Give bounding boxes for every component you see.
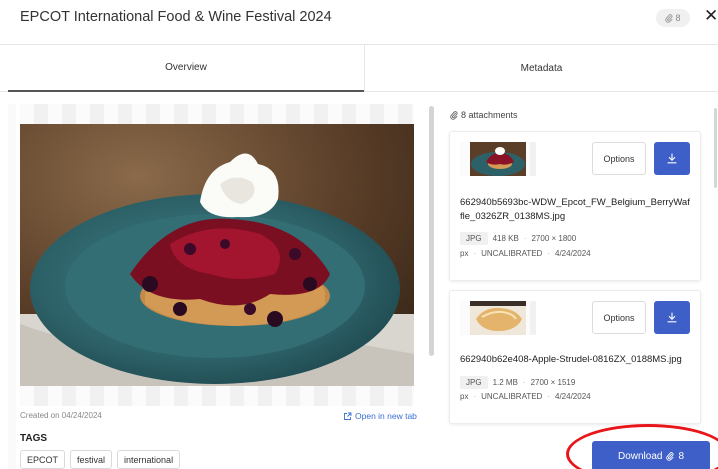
attachment-filename: 662940b62e408-Apple-Strudel-0816ZX_0188M… — [460, 354, 682, 365]
file-size: 418 KB — [492, 234, 519, 243]
attachment-meta: JPG 418 KB · 2700 × 1800 — [460, 232, 576, 245]
attachment-meta: JPG 1.2 MB · 2700 × 1519 — [460, 376, 575, 389]
tag-chip[interactable]: international — [117, 450, 181, 469]
upload-date: 4/24/2024 — [555, 392, 591, 401]
attachment-count-value: 8 — [675, 13, 681, 23]
attachment-card: Options 662940b62e408-Apple-Strudel-0816… — [449, 290, 701, 424]
attachments-count-label: 8 attachments — [461, 110, 518, 120]
tab-overview[interactable]: Overview — [8, 45, 364, 92]
attachments-scrollbar[interactable] — [714, 108, 717, 188]
apple-strudel-thumbnail — [470, 301, 526, 335]
modal-header: EPCOT International Food & Wine Festival… — [0, 0, 718, 44]
download-button[interactable] — [654, 301, 690, 334]
dimension-unit: px — [460, 392, 469, 401]
close-icon[interactable]: ✕ — [704, 6, 718, 26]
attachment-card: Options 662940b5693bc-WDW_Epcot_FW_Belgi… — [449, 131, 701, 281]
file-type-badge: JPG — [460, 232, 488, 245]
tags-heading: TAGS — [20, 433, 48, 444]
upload-date: 4/24/2024 — [555, 249, 591, 258]
open-in-new-tab-label: Open in new tab — [355, 411, 417, 421]
paperclip-icon — [665, 13, 673, 23]
panel-edge — [8, 104, 16, 469]
paperclip-icon — [450, 110, 458, 120]
berry-waffle-photo — [20, 124, 414, 386]
file-size: 1.2 MB — [492, 378, 518, 387]
dimension-unit: px — [460, 249, 469, 258]
separator: · — [522, 378, 526, 387]
options-button[interactable]: Options — [592, 142, 646, 175]
left-panel-scrollbar[interactable] — [429, 106, 434, 356]
open-in-new-tab-link[interactable]: Open in new tab — [343, 411, 417, 421]
created-date: Created on 04/24/2024 — [20, 411, 102, 420]
file-dimensions: 2700 × 1519 — [530, 378, 576, 387]
separator: · — [523, 234, 527, 243]
tag-list: EPCOT festival international — [20, 450, 181, 469]
attachment-count-badge: 8 — [656, 9, 690, 27]
attachment-meta-2: px · UNCALIBRATED · 4/24/2024 — [460, 249, 591, 258]
attachments-count: 8 attachments — [450, 110, 518, 120]
separator: · — [547, 249, 550, 258]
download-icon — [667, 153, 677, 164]
download-icon — [667, 312, 677, 323]
separator: · — [473, 249, 477, 258]
calibration-status: UNCALIBRATED — [481, 249, 543, 258]
file-type-badge: JPG — [460, 376, 488, 389]
page-title: EPCOT International Food & Wine Festival… — [20, 9, 332, 25]
tab-bar: Overview Metadata — [0, 44, 718, 92]
attachment-thumbnail[interactable] — [470, 142, 526, 176]
preview-image[interactable] — [20, 124, 414, 386]
options-button[interactable]: Options — [592, 301, 646, 334]
attachment-filename: 662940b5693bc-WDW_Epcot_FW_Belgium_Berry… — [460, 197, 690, 222]
calibration-status: UNCALIBRATED — [481, 392, 543, 401]
transparency-background-top — [20, 104, 414, 124]
tab-metadata[interactable]: Metadata — [364, 45, 718, 92]
tag-chip[interactable]: festival — [70, 450, 113, 469]
separator: · — [547, 392, 550, 401]
berry-waffle-thumbnail — [470, 142, 526, 176]
download-button[interactable] — [654, 142, 690, 175]
file-dimensions: 2700 × 1800 — [531, 234, 577, 243]
attachment-meta-2: px · UNCALIBRATED · 4/24/2024 — [460, 392, 591, 401]
external-link-icon — [344, 412, 352, 420]
separator: · — [473, 392, 477, 401]
attachment-thumbnail[interactable] — [470, 301, 526, 335]
tag-chip[interactable]: EPCOT — [20, 450, 66, 469]
highlight-annotation — [566, 424, 718, 469]
transparency-background-bottom — [20, 386, 414, 406]
